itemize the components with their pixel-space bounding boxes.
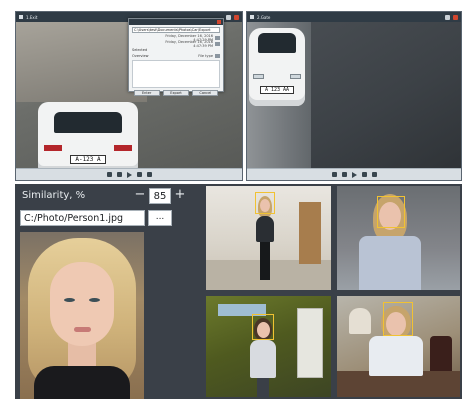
cancel-button[interactable]: Cancel [192, 90, 219, 96]
tail-light [44, 145, 62, 151]
face-search-panel: Similarity, % − 85 + C:/Photo/Person1.jp… [15, 184, 462, 399]
row-value: Friday, December 16, 2016 4:47:39 PM [165, 39, 213, 48]
dialog-titlebar [129, 19, 223, 25]
search-result-3[interactable] [204, 294, 333, 399]
export-dialog[interactable]: C:\Users\test\Documents\Photos\Car\Expor… [128, 18, 224, 96]
enter-button[interactable]: Enter [133, 90, 160, 96]
play-icon[interactable] [351, 171, 357, 178]
skip-forward-icon[interactable] [146, 172, 152, 177]
camera-name: 1.Exit [26, 14, 38, 20]
door [299, 202, 321, 264]
skip-back-icon[interactable] [106, 172, 112, 177]
similarity-increase-button[interactable]: + [173, 186, 187, 204]
dialog-row-selected[interactable]: Selected [132, 47, 220, 52]
close-icon[interactable] [217, 20, 221, 24]
step-forward-icon[interactable] [361, 172, 367, 177]
reference-photo [20, 232, 144, 399]
legs [260, 242, 270, 280]
dialog-list[interactable] [132, 60, 220, 88]
close-icon[interactable] [234, 14, 239, 20]
dialog-row-end[interactable]: Friday, December 16, 2016 4:47:39 PM [132, 39, 220, 48]
lamp [349, 308, 371, 334]
browse-button[interactable]: ... [148, 210, 172, 226]
row-label: Overview [132, 53, 149, 58]
row-label: Selected [132, 47, 148, 52]
camera-pane-exit[interactable]: 1.Exit A-123 A C:\Users\test\Documents\P… [15, 11, 243, 181]
torso [359, 236, 421, 290]
play-icon[interactable] [126, 171, 132, 178]
playback-controls [247, 168, 461, 180]
face [50, 262, 114, 346]
close-icon[interactable] [453, 14, 458, 20]
export-button[interactable]: Export [162, 90, 189, 96]
shirt [34, 366, 130, 399]
camera-video: A 123 AA [247, 22, 461, 168]
face-detection-box [377, 196, 405, 228]
legs [257, 378, 269, 397]
lips [74, 327, 91, 332]
car: A 123 AA [249, 28, 305, 106]
step-back-icon[interactable] [116, 172, 122, 177]
similarity-value-field[interactable]: 85 [149, 188, 171, 204]
torso [369, 336, 423, 376]
search-result-2[interactable] [335, 184, 462, 292]
headlight [253, 74, 264, 80]
screenshot: 1.Exit A-123 A C:\Users\test\Documents\P… [0, 0, 469, 402]
similarity-decrease-button[interactable]: − [133, 186, 147, 204]
torso [256, 216, 274, 242]
maximize-icon[interactable] [445, 14, 450, 20]
row-value: File type [198, 53, 213, 58]
face-detection-box [252, 314, 274, 340]
skip-forward-icon[interactable] [371, 172, 377, 177]
camera-name: 2.Gate [257, 14, 271, 20]
playback-controls [16, 168, 242, 180]
license-plate: A-123 A [70, 155, 106, 164]
chair [430, 336, 452, 376]
torso [250, 340, 276, 378]
camera-pane-gate[interactable]: 2.Gate A 123 AA [246, 11, 462, 181]
eye [64, 298, 75, 302]
tail-light [114, 145, 132, 151]
similarity-label: Similarity, % [22, 190, 86, 201]
face-detection-box [255, 192, 275, 214]
camera-icon [19, 15, 23, 19]
car-window [257, 32, 297, 53]
license-plate: A 123 AA [260, 86, 294, 94]
car: A-123 A [38, 102, 138, 172]
headlight [290, 74, 301, 80]
maximize-icon[interactable] [226, 14, 231, 20]
calendar-icon[interactable] [215, 41, 220, 46]
dialog-buttons: Enter Export Cancel [132, 90, 220, 96]
face-detection-box [383, 302, 413, 336]
eye [89, 298, 100, 302]
calendar-icon[interactable] [215, 35, 220, 40]
step-forward-icon[interactable] [136, 172, 142, 177]
camera-icon [250, 15, 254, 19]
step-back-icon[interactable] [341, 172, 347, 177]
search-result-1[interactable] [204, 184, 333, 292]
search-result-4[interactable] [335, 294, 462, 399]
dialog-row-overview[interactable]: Overview File type [132, 53, 220, 58]
photo-path-field[interactable]: C:/Photo/Person1.jpg [20, 210, 145, 226]
skip-back-icon[interactable] [331, 172, 337, 177]
dropdown-icon[interactable] [215, 53, 220, 58]
export-path-field[interactable]: C:\Users\test\Documents\Photos\Car\Expor… [132, 27, 220, 33]
search-controls: Similarity, % − 85 + C:/Photo/Person1.jp… [15, 184, 201, 399]
car-window [54, 111, 122, 133]
shelf [297, 308, 323, 378]
camera-titlebar: 2.Gate [247, 12, 461, 22]
